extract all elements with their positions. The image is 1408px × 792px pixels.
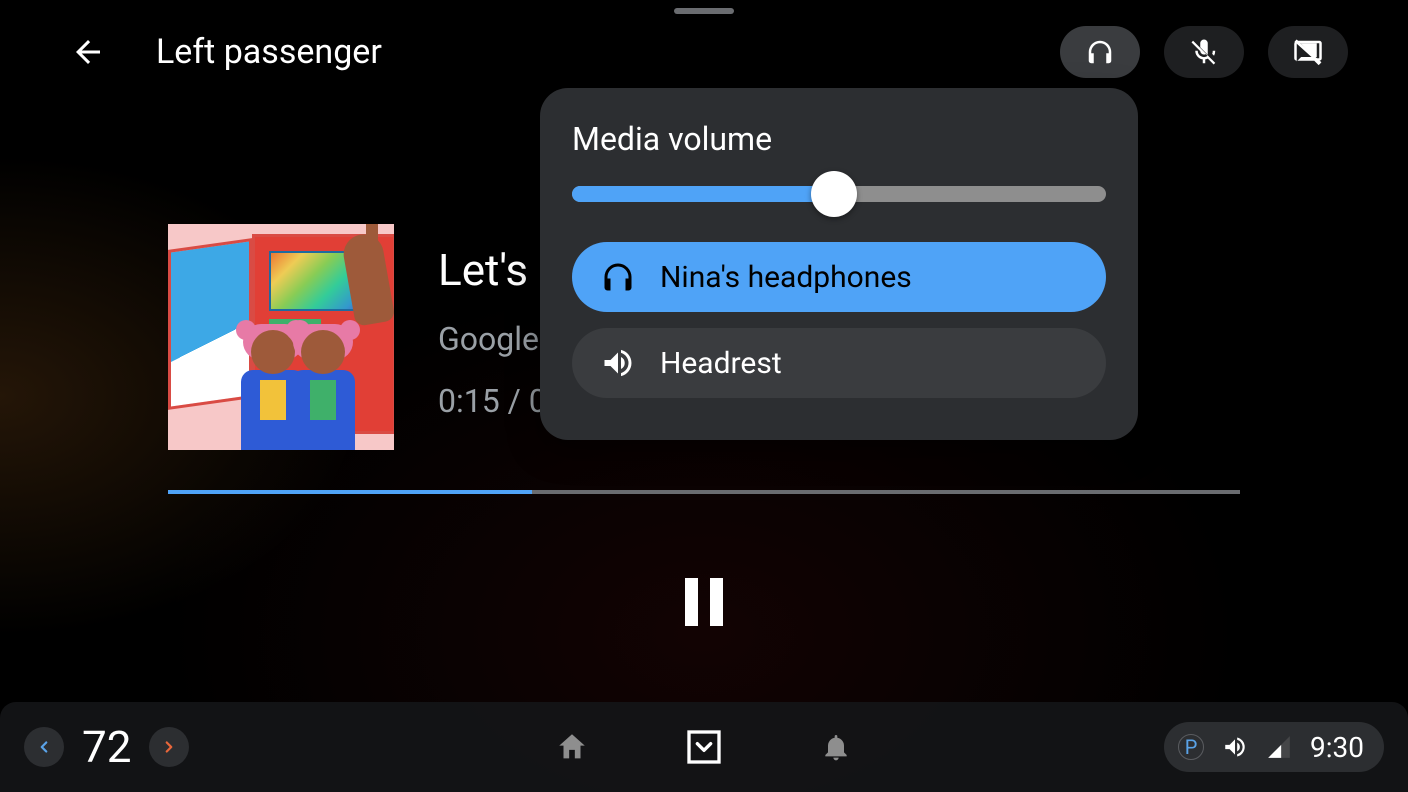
volume-slider-thumb[interactable] xyxy=(811,171,857,217)
audio-output-button[interactable] xyxy=(1060,26,1140,78)
pause-button[interactable] xyxy=(672,570,736,634)
output-option-label: Headrest xyxy=(660,346,782,381)
playback-progress-fill xyxy=(168,490,532,494)
temp-down-button[interactable] xyxy=(24,727,64,767)
home-icon xyxy=(555,730,589,764)
output-option-headrest[interactable]: Headrest xyxy=(572,328,1106,398)
pause-icon xyxy=(685,578,723,626)
gear-indicator: P xyxy=(1178,734,1204,760)
media-info: Let's Google 0:15 / 0 xyxy=(438,224,547,420)
notifications-button[interactable] xyxy=(814,725,858,769)
mic-off-icon xyxy=(1189,37,1219,67)
climate-controls: 72 xyxy=(24,721,189,773)
status-tray[interactable]: P 9:30 xyxy=(1164,722,1384,772)
apps-icon xyxy=(684,727,724,767)
temp-up-button[interactable] xyxy=(149,727,189,767)
album-art xyxy=(168,224,394,450)
song-title: Let's xyxy=(438,244,547,296)
speaker-icon xyxy=(600,345,636,381)
bell-icon xyxy=(820,731,852,763)
home-button[interactable] xyxy=(550,725,594,769)
screen-off-button[interactable] xyxy=(1268,26,1348,78)
song-artist: Google xyxy=(438,320,547,358)
no-screen-icon xyxy=(1293,37,1323,67)
apps-button[interactable] xyxy=(682,725,726,769)
page-title: Left passenger xyxy=(156,32,382,72)
back-button[interactable] xyxy=(60,24,116,80)
playback-progress[interactable] xyxy=(168,490,1240,494)
chevron-right-icon xyxy=(160,738,178,756)
top-bar: Left passenger xyxy=(60,22,1348,82)
signal-icon xyxy=(1266,734,1292,760)
headphones-icon xyxy=(600,259,636,295)
output-option-label: Nina's headphones xyxy=(660,260,912,295)
temperature-value: 72 xyxy=(82,721,131,773)
volume-icon xyxy=(1222,734,1248,760)
song-time: 0:15 / 0 xyxy=(438,382,547,420)
output-option-headphones[interactable]: Nina's headphones xyxy=(572,242,1106,312)
arrow-back-icon xyxy=(70,34,106,70)
nav-bar xyxy=(550,725,858,769)
top-actions xyxy=(1060,26,1348,78)
bottom-bar: 72 P xyxy=(0,702,1408,792)
headphones-icon xyxy=(1085,37,1115,67)
volume-slider[interactable] xyxy=(572,186,1106,202)
volume-slider-fill xyxy=(572,186,834,202)
clock: 9:30 xyxy=(1310,731,1364,764)
chevron-left-icon xyxy=(35,738,53,756)
mic-mute-button[interactable] xyxy=(1164,26,1244,78)
volume-panel: Media volume Nina's headphones Headrest xyxy=(540,88,1138,440)
volume-panel-title: Media volume xyxy=(572,120,1106,158)
drag-handle[interactable] xyxy=(674,8,734,14)
